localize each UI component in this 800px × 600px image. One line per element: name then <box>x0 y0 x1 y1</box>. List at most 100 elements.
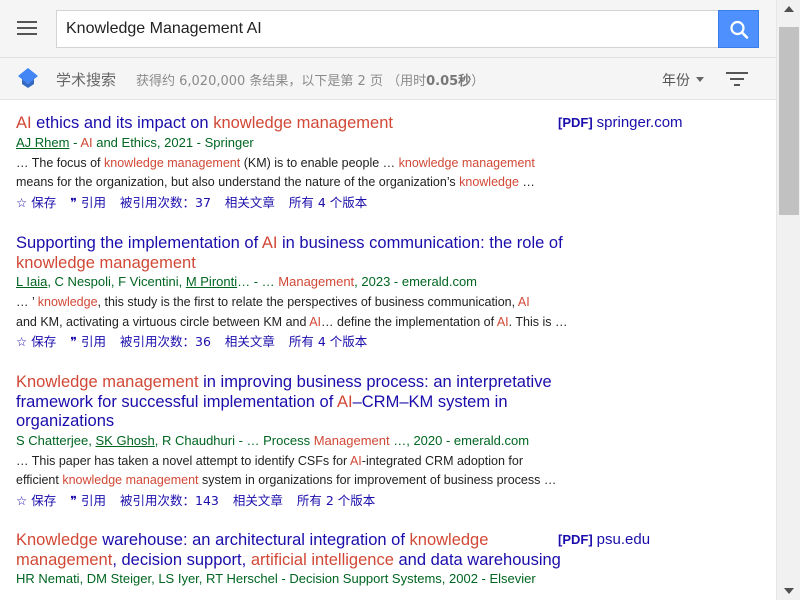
highlight-text: artificial intelligence <box>250 550 394 569</box>
related-articles-link[interactable]: 相关文章 <box>225 333 275 351</box>
result-authors-meta: AJ Rhem - AI and Ethics, 2021 - Springer <box>16 134 596 152</box>
pdf-tag: [PDF] <box>558 532 593 547</box>
related-articles-link[interactable]: 相关文章 <box>233 492 283 510</box>
results-stats: 获得约 6,020,000 条结果，以下是第 2 页 （用时0.05秒） <box>136 74 485 89</box>
text-segment: warehouse: an architectural integration … <box>97 531 410 549</box>
cite-label: 引用 <box>80 492 106 508</box>
highlight-text: knowledge management <box>104 155 241 170</box>
highlight-text: AI <box>349 453 362 468</box>
search-icon <box>730 20 749 39</box>
save-button[interactable]: ☆ 保存 <box>16 194 56 212</box>
search-button[interactable] <box>718 10 759 48</box>
star-icon: ☆ <box>16 334 28 349</box>
text-segment: … <box>518 175 535 189</box>
result-item: AI ethics and its impact on knowledge ma… <box>16 114 736 212</box>
highlight-text: knowledge <box>459 175 519 189</box>
quote-icon: ❞ <box>70 194 77 210</box>
all-versions-link[interactable]: 所有 4 个版本 <box>289 194 367 212</box>
scroll-up-arrow-icon[interactable] <box>777 0 800 18</box>
cite-button[interactable]: ❞ 引用 <box>70 492 106 510</box>
result-authors-meta: S Chatterjee, SK Ghosh, R Chaudhuri - … … <box>16 432 596 450</box>
highlight-text: Management <box>278 274 355 289</box>
cite-label: 引用 <box>80 194 106 210</box>
search-input[interactable] <box>57 11 719 47</box>
result-actions: ☆ 保存 ❞ 引用 被引用次数：37 相关文章 所有 4 个版本 <box>16 194 736 212</box>
top-bar <box>0 0 776 58</box>
cite-button[interactable]: ❞ 引用 <box>70 194 106 212</box>
author-link[interactable]: AJ Rhem <box>16 135 69 150</box>
star-icon: ☆ <box>16 194 28 210</box>
result-item: Knowledge warehouse: an architectural in… <box>16 531 736 588</box>
result-item: Supporting the implementation of AI in b… <box>16 234 736 351</box>
vertical-scrollbar[interactable] <box>776 0 800 600</box>
snippet-line: … This paper has taken a novel attempt t… <box>16 452 596 472</box>
related-articles-link[interactable]: 相关文章 <box>225 194 275 212</box>
quote-icon: ❞ <box>70 334 77 349</box>
text-segment: , R Chaudhuri - … Process <box>154 432 314 448</box>
highlight-text: AI <box>16 114 32 132</box>
save-button[interactable]: ☆ 保存 <box>16 492 56 510</box>
pdf-source-link[interactable]: [PDF] psu.edu <box>558 531 650 548</box>
scrollbar-thumb[interactable] <box>779 27 799 215</box>
text-segment: system in organizations for improvement … <box>198 473 557 487</box>
result-title-link[interactable]: Supporting the implementation of AI in b… <box>16 234 584 273</box>
highlight-text: AI <box>80 134 93 150</box>
text-segment: Supporting the implementation of <box>16 234 262 252</box>
all-versions-link[interactable]: 所有 2 个版本 <box>297 492 375 510</box>
scholar-logo-icon[interactable] <box>16 67 40 89</box>
result-snippet: … ’ knowledge, this study is the first t… <box>16 293 596 332</box>
text-segment: (KM) is to enable people … <box>240 155 399 170</box>
cite-button[interactable]: ❞ 引用 <box>70 333 106 351</box>
result-authors-meta: L Iaia, C Nespoli, F Vicentini, M Piront… <box>16 273 596 291</box>
highlight-text: Knowledge <box>16 531 98 549</box>
text-segment: …, 2020 - emerald.com <box>389 432 530 448</box>
save-label: 保存 <box>31 194 57 210</box>
result-snippet: … This paper has taken a novel attempt t… <box>16 452 596 491</box>
cited-by-link[interactable]: 被引用次数：37 <box>120 194 211 212</box>
filter-lines-icon[interactable] <box>726 70 748 88</box>
hamburger-menu-icon[interactable] <box>14 16 40 40</box>
scroll-down-arrow-icon[interactable] <box>777 582 800 600</box>
highlight-text: knowledge management <box>16 253 196 272</box>
result-title-link[interactable]: Knowledge management in improving busine… <box>16 373 584 432</box>
highlight-text: AI <box>336 392 353 411</box>
all-versions-link[interactable]: 所有 4 个版本 <box>289 333 367 351</box>
text-segment: and Ethics, 2021 - Springer <box>92 134 254 150</box>
author-link[interactable]: L Iaia <box>16 274 47 289</box>
snippet-line: and KM, activating a virtuous circle bet… <box>16 313 596 333</box>
scholar-results-page: 学术搜索 获得约 6,020,000 条结果，以下是第 2 页 （用时0.05秒… <box>0 0 800 600</box>
result-authors-meta: HR Nemati, DM Steiger, LS Iyer, RT Hersc… <box>16 570 596 588</box>
author-link[interactable]: SK Ghosh <box>96 433 155 448</box>
text-segment: means for the organization, but also und… <box>16 175 460 189</box>
text-segment: and KM, activating a virtuous circle bet… <box>16 314 310 329</box>
text-segment: … ’ <box>16 295 38 309</box>
text-segment: - <box>69 134 81 150</box>
pdf-source-link[interactable]: [PDF] springer.com <box>558 114 683 131</box>
snippet-line: means for the organization, but also und… <box>16 173 596 193</box>
year-filter-dropdown[interactable]: 年份 <box>662 70 704 90</box>
cited-by-link[interactable]: 被引用次数：143 <box>120 492 219 510</box>
highlight-text: Management <box>313 432 390 448</box>
author-link[interactable]: M Pironti <box>186 274 237 289</box>
star-icon: ☆ <box>16 492 28 508</box>
snippet-line: efficient knowledge management system in… <box>16 471 596 491</box>
result-title-link[interactable]: Knowledge warehouse: an architectural in… <box>16 531 584 570</box>
results-list: AI ethics and its impact on knowledge ma… <box>0 101 776 600</box>
save-button[interactable]: ☆ 保存 <box>16 333 56 351</box>
results-subheader: 学术搜索 获得约 6,020,000 条结果，以下是第 2 页 （用时0.05秒… <box>0 58 776 100</box>
text-segment: , C Nespoli, F Vicentini, <box>47 274 186 289</box>
chevron-down-icon <box>696 77 704 82</box>
text-segment: ethics and its impact on <box>31 114 214 132</box>
highlight-text: knowledge <box>37 295 98 309</box>
text-segment: -integrated CRM adoption for <box>361 453 523 468</box>
quote-icon: ❞ <box>70 492 77 508</box>
result-snippet: … The focus of knowledge management (KM)… <box>16 154 596 193</box>
text-segment: efficient <box>16 473 63 487</box>
highlight-text: AI <box>309 314 322 329</box>
scholar-brand-label: 学术搜索 <box>56 71 117 89</box>
text-segment: , 2023 - emerald.com <box>354 274 478 289</box>
cited-by-link[interactable]: 被引用次数：36 <box>120 333 211 351</box>
search-box <box>56 10 758 48</box>
result-actions: ☆ 保存 ❞ 引用 被引用次数：36 相关文章 所有 4 个版本 <box>16 333 736 351</box>
result-title-link[interactable]: AI ethics and its impact on knowledge ma… <box>16 114 584 134</box>
